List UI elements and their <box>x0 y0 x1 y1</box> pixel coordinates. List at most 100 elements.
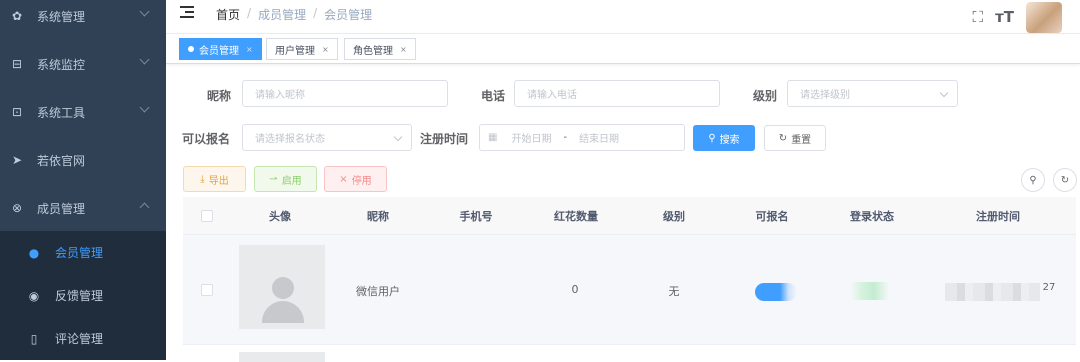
sidebar-item-label: 系统工具 <box>37 105 86 120</box>
search-icon: ⚲ <box>708 132 716 144</box>
button-label: 停用 <box>351 175 372 187</box>
header-regtime: 注册时间 <box>976 210 1020 223</box>
hamburger-icon[interactable] <box>180 6 194 18</box>
chevron-down-icon <box>139 102 150 113</box>
tag-label: 会员管理 <box>199 45 239 57</box>
user-placeholder-icon <box>260 277 306 323</box>
search-button[interactable]: ⚲ 搜索 <box>693 125 755 151</box>
avatar[interactable] <box>1026 1 1062 33</box>
sidebar-item-label: 系统管理 <box>37 9 86 24</box>
button-label: 导出 <box>208 175 229 187</box>
sidebar-subitem-label: 会员管理 <box>55 246 104 260</box>
level-select[interactable]: 请选择级别 <box>787 80 958 107</box>
header-nickname: 昵称 <box>367 210 389 223</box>
sidebar-item-system-monitor[interactable]: ⊟ 系统监控 <box>0 40 166 88</box>
sidebar-item-member-management[interactable]: ⊗ 成员管理 <box>0 184 166 232</box>
header-can-signup: 可报名 <box>755 210 789 223</box>
fullscreen-icon[interactable]: ⛶ <box>973 8 984 26</box>
header-phone: 手机号 <box>459 210 493 223</box>
range-separator: - <box>563 132 568 143</box>
enable-icon: ⇀ <box>269 173 278 185</box>
tag-label: 用户管理 <box>275 45 315 57</box>
level-label: 级别 <box>753 89 778 103</box>
placeholder: 请选择报名状态 <box>255 134 325 145</box>
button-label: 重置 <box>791 134 812 146</box>
close-icon[interactable]: × <box>322 45 329 54</box>
members-icon: ⊗ <box>11 201 23 215</box>
sidebar-subitem-label: 评论管理 <box>55 332 104 346</box>
font-size-icon[interactable]: тT <box>995 8 1014 26</box>
signup-label: 可以报名 <box>182 132 231 146</box>
select-all-checkbox[interactable] <box>201 210 213 222</box>
book-icon: ▯ <box>30 331 38 346</box>
breadcrumb-separator: / <box>247 6 252 20</box>
refresh-icon: ↻ <box>1060 174 1070 186</box>
active-dot-icon <box>188 46 194 52</box>
sidebar-item-label: 系统监控 <box>37 57 86 72</box>
chevron-down-icon <box>393 132 403 142</box>
cell-flowers: 0 <box>571 283 579 296</box>
placeholder: 请选择级别 <box>800 90 850 101</box>
login-status-badge <box>851 282 889 300</box>
navbar: 首页 / 成员管理 / 会员管理 ⛶ тT <box>166 0 1080 34</box>
breadcrumb-current: 会员管理 <box>324 8 373 22</box>
sidebar-subitem-label: 反馈管理 <box>55 289 104 303</box>
close-icon: × <box>339 173 348 185</box>
cell-nickname: 微信用户 <box>356 285 400 298</box>
toggle-search-button[interactable]: ⚲ <box>1021 168 1045 192</box>
sidebar: ✿ 系统管理 ⊟ 系统监控 ⊡ 系统工具 ➤ 若依官网 ⊗ 成员管理 ● 会员管… <box>0 0 166 360</box>
reset-button[interactable]: ↻ 重置 <box>764 125 826 151</box>
nickname-input[interactable]: 请输入昵称 <box>242 80 448 107</box>
tag-members[interactable]: 会员管理 × <box>179 38 262 60</box>
breadcrumb-home[interactable]: 首页 <box>216 6 240 23</box>
signup-switch[interactable] <box>755 283 797 301</box>
sidebar-item-label: 成员管理 <box>37 201 86 216</box>
table-row[interactable]: 微信用户 0 无 27 <box>183 235 1076 345</box>
placeholder: 结束日期 <box>579 134 620 145</box>
button-label: 启用 <box>281 175 302 187</box>
sidebar-item-system-tools[interactable]: ⊡ 系统工具 <box>0 88 166 136</box>
tag-users[interactable]: 用户管理 × <box>266 38 338 60</box>
sidebar-subitem-comments[interactable]: ▯ 评论管理 <box>0 317 166 360</box>
sidebar-item-label: 若依官网 <box>37 153 86 168</box>
tags-view: 会员管理 × 用户管理 × 角色管理 × <box>166 34 1080 64</box>
enable-button[interactable]: ⇀ 启用 <box>254 166 317 192</box>
tag-label: 角色管理 <box>353 45 393 57</box>
button-label: 搜索 <box>719 134 740 146</box>
sidebar-item-ruoyi-site[interactable]: ➤ 若依官网 <box>0 136 166 184</box>
placeholder: 请输入电话 <box>527 90 577 101</box>
header-login-status: 登录状态 <box>850 210 894 223</box>
monitor-icon: ⊟ <box>11 57 23 71</box>
search-icon: ⚲ <box>1029 174 1037 186</box>
avatar-placeholder <box>239 352 325 362</box>
chevron-down-icon <box>939 88 949 98</box>
regtime-range-picker[interactable]: ▦ 开始日期 - 结束日期 <box>479 124 685 151</box>
gear-icon: ✿ <box>11 9 23 23</box>
sidebar-item-system-management[interactable]: ✿ 系统管理 <box>0 0 166 40</box>
signup-select[interactable]: 请选择报名状态 <box>242 124 412 151</box>
phone-input[interactable]: 请输入电话 <box>514 80 720 107</box>
header-level: 级别 <box>663 210 685 223</box>
breadcrumb-parent: 成员管理 <box>258 8 307 22</box>
chevron-down-icon <box>139 54 150 65</box>
tag-roles[interactable]: 角色管理 × <box>344 38 416 60</box>
breadcrumb-separator: / <box>313 6 318 20</box>
breadcrumb: 首页 / 成员管理 / 会员管理 <box>216 6 372 23</box>
placeholder: 开始日期 <box>511 134 552 145</box>
phone-label: 电话 <box>481 89 506 103</box>
row-checkbox[interactable] <box>201 284 213 296</box>
close-icon[interactable]: × <box>246 45 253 54</box>
sidebar-subitem-members[interactable]: ● 会员管理 <box>0 231 166 274</box>
avatar-placeholder <box>239 245 325 329</box>
sidebar-subitem-feedback[interactable]: ◉ 反馈管理 <box>0 274 166 317</box>
disable-button[interactable]: × 停用 <box>324 166 387 192</box>
send-icon: ➤ <box>11 153 23 167</box>
export-button[interactable]: ⤓ 导出 <box>183 166 246 192</box>
placeholder: 请输入昵称 <box>255 90 305 101</box>
cell-level: 无 <box>668 285 680 298</box>
nickname-label: 昵称 <box>207 89 232 103</box>
chevron-up-icon <box>139 202 150 213</box>
refresh-button[interactable]: ↻ <box>1053 168 1077 192</box>
refresh-icon: ↻ <box>778 132 788 144</box>
close-icon[interactable]: × <box>400 45 407 54</box>
